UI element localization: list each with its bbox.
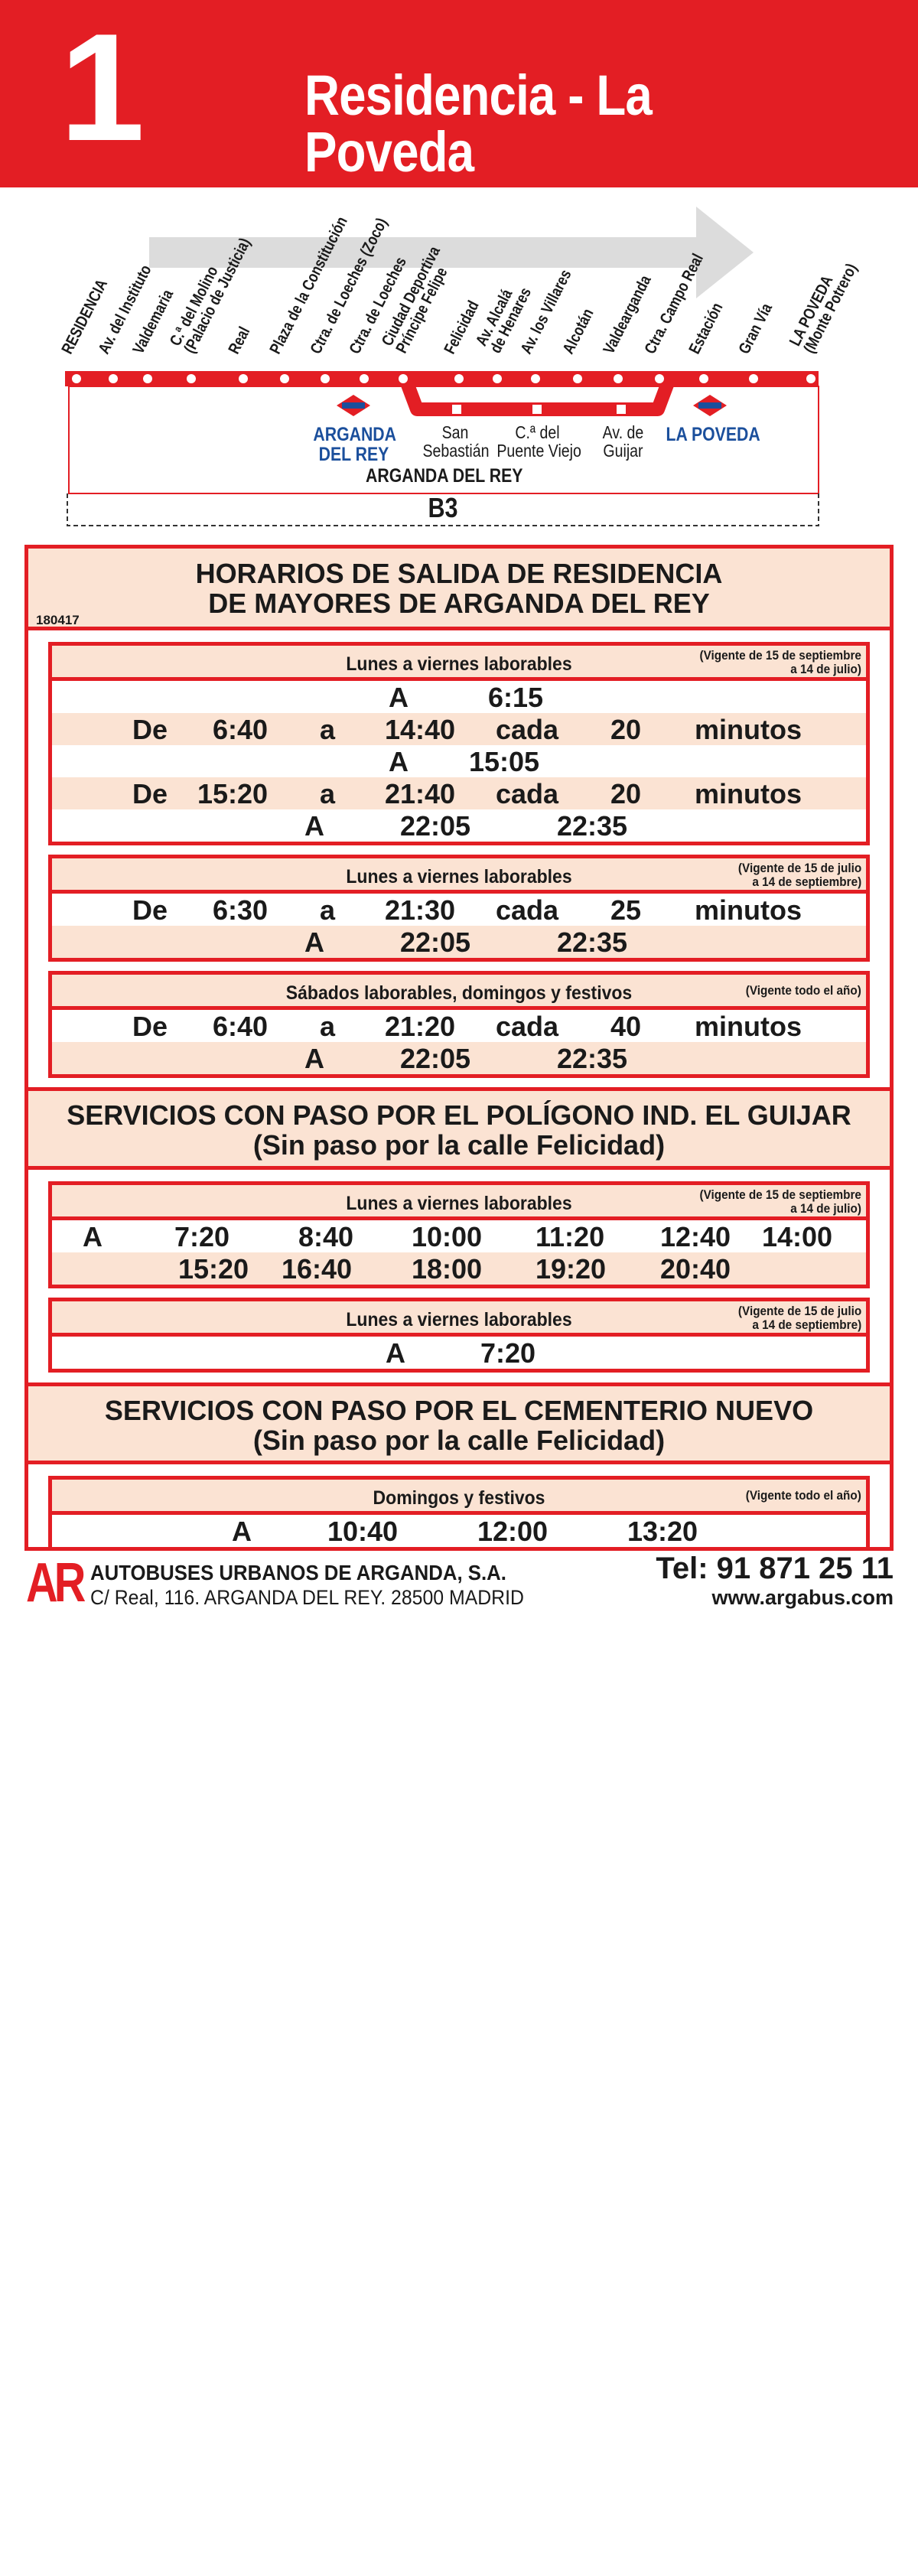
branch-stop-marker <box>452 405 461 414</box>
stop-dot <box>72 374 81 383</box>
validity-note: (Vigente de 15 de septiembre a 14 de jul… <box>699 1187 861 1216</box>
schedule-row: A 10:40 12:00 13:20 <box>232 1516 698 1547</box>
validity-note: (Vigente de 15 de julio a 14 de septiemb… <box>737 1304 861 1332</box>
company-logo: AR <box>26 1552 86 1614</box>
schedule-title: Lunes a viernes laborables <box>346 866 572 887</box>
branch-stop-label: C.ª del Puente Viejo <box>496 422 581 461</box>
schedule-row: De 6:40 a 21:20 cada 40 minutos <box>132 1011 802 1042</box>
metro-icon-left <box>337 395 370 416</box>
validity-note: (Vigente de 15 de julio a 14 de septiemb… <box>737 861 861 889</box>
stop-dot <box>143 374 152 383</box>
schedule-row: A 22:05 22:35 <box>304 810 628 842</box>
schedule-row: A 7:20 <box>386 1337 536 1369</box>
stop-dot <box>655 374 664 383</box>
stop-dot <box>454 374 464 383</box>
schedule-row: A 22:05 22:35 <box>52 926 866 958</box>
schedule-title: Sábados laborables, domingos y festivos <box>285 982 633 1004</box>
stop-dot <box>360 374 369 383</box>
company-name: AUTOBUSES URBANOS DE ARGANDA, S.A. <box>90 1561 506 1584</box>
schedule-title: Lunes a viernes laborables <box>346 1309 572 1330</box>
section-guijar-title: SERVICIOS CON PASO POR EL POLÍGONO IND. … <box>28 1087 890 1170</box>
schedule-title: Domingos y festivos <box>373 1487 545 1509</box>
metro-icon-right <box>693 395 727 416</box>
stop-dot <box>531 374 540 383</box>
line-title: Residencia - La Poveda <box>304 64 653 184</box>
line-number: 1 <box>60 2 145 173</box>
timetable-title: HORARIOS DE SALIDA DE RESIDENCIA DE MAYO… <box>28 549 890 630</box>
company-address: C/ Real, 116. ARGANDA DEL REY. 28500 MAD… <box>90 1586 524 1609</box>
schedule-row: De 6:30 a 21:30 cada 25 minutos <box>132 894 802 926</box>
branch-stop-label: San Sebastián <box>422 422 490 461</box>
schedule-row: A 7:20 8:40 10:00 11:20 12:40 14:00 <box>83 1221 833 1252</box>
schedule-row: De 6:40 a 14:40 cada 20 minutos <box>52 713 866 745</box>
stop-dot <box>109 374 118 383</box>
branch-stop-marker <box>617 405 626 414</box>
metro-lapoveda-label: LA POVEDA <box>666 424 760 445</box>
route-diagram: RESIDENCIA Av. del Instituto Valdemaria C.ª… <box>0 187 918 532</box>
stop-dot <box>399 374 408 383</box>
schedule-box-weekday: Lunes a viernes laborables (Vigente de 15… <box>48 642 870 845</box>
stop-dot <box>806 374 815 383</box>
schedule-box-cementerio: Domingos y festivos (Vigente todo el año)… <box>48 1476 870 1551</box>
stop-dot <box>573 374 582 383</box>
stop-dot <box>493 374 502 383</box>
schedule-box-weekend: Sábados laborables, domingos y festivos (… <box>48 971 870 1078</box>
schedule-row: 15:20 16:40 18:00 19:20 20:40 <box>52 1252 866 1285</box>
line-header: 1 Residencia - La Poveda <box>0 0 918 187</box>
validity-note: (Vigente de 15 de septiembre a 14 de jul… <box>699 648 861 676</box>
schedule-row: De 15:20 a 21:40 cada 20 minutos <box>52 777 866 809</box>
schedule-row: A 6:15 <box>389 682 544 713</box>
section-cementerio-title: SERVICIOS CON PASO POR EL CEMENTERIO NUE… <box>28 1382 890 1464</box>
schedule-row: A 22:05 22:35 <box>52 1042 866 1074</box>
metro-arganda-label: ARGANDA DEL REY <box>313 424 396 466</box>
stop-dot <box>187 374 196 383</box>
stop-dot <box>321 374 330 383</box>
interchange-label: B3 <box>428 492 458 523</box>
timetable: HORARIOS DE SALIDA DE RESIDENCIA DE MAYO… <box>24 545 894 1551</box>
area-label: ARGANDA DEL REY <box>366 465 523 487</box>
validity-note: (Vigente todo el año) <box>745 1488 861 1503</box>
branch-stop-label: Av. de Guijar <box>602 422 644 461</box>
phone-number[interactable]: Tel: 91 871 25 11 <box>656 1552 894 1586</box>
stop-dot <box>614 374 623 383</box>
stop-dot <box>749 374 758 383</box>
stop-dot <box>239 374 248 383</box>
schedule-box-guijar: Lunes a viernes laborables (Vigente de 15… <box>48 1181 870 1288</box>
branch-stop-marker <box>532 405 542 414</box>
website-link[interactable]: www.argabus.com <box>711 1586 894 1610</box>
stop-dot <box>280 374 289 383</box>
validity-note: (Vigente todo el año) <box>745 983 861 998</box>
schedule-box-guijar-summer: Lunes a viernes laborables (Vigente de 15… <box>48 1298 870 1373</box>
schedule-row: A 15:05 <box>389 746 540 777</box>
document-code: 180417 <box>36 613 80 627</box>
schedule-box-summer: Lunes a viernes laborables (Vigente de 15… <box>48 855 870 962</box>
stop-dot <box>699 374 708 383</box>
